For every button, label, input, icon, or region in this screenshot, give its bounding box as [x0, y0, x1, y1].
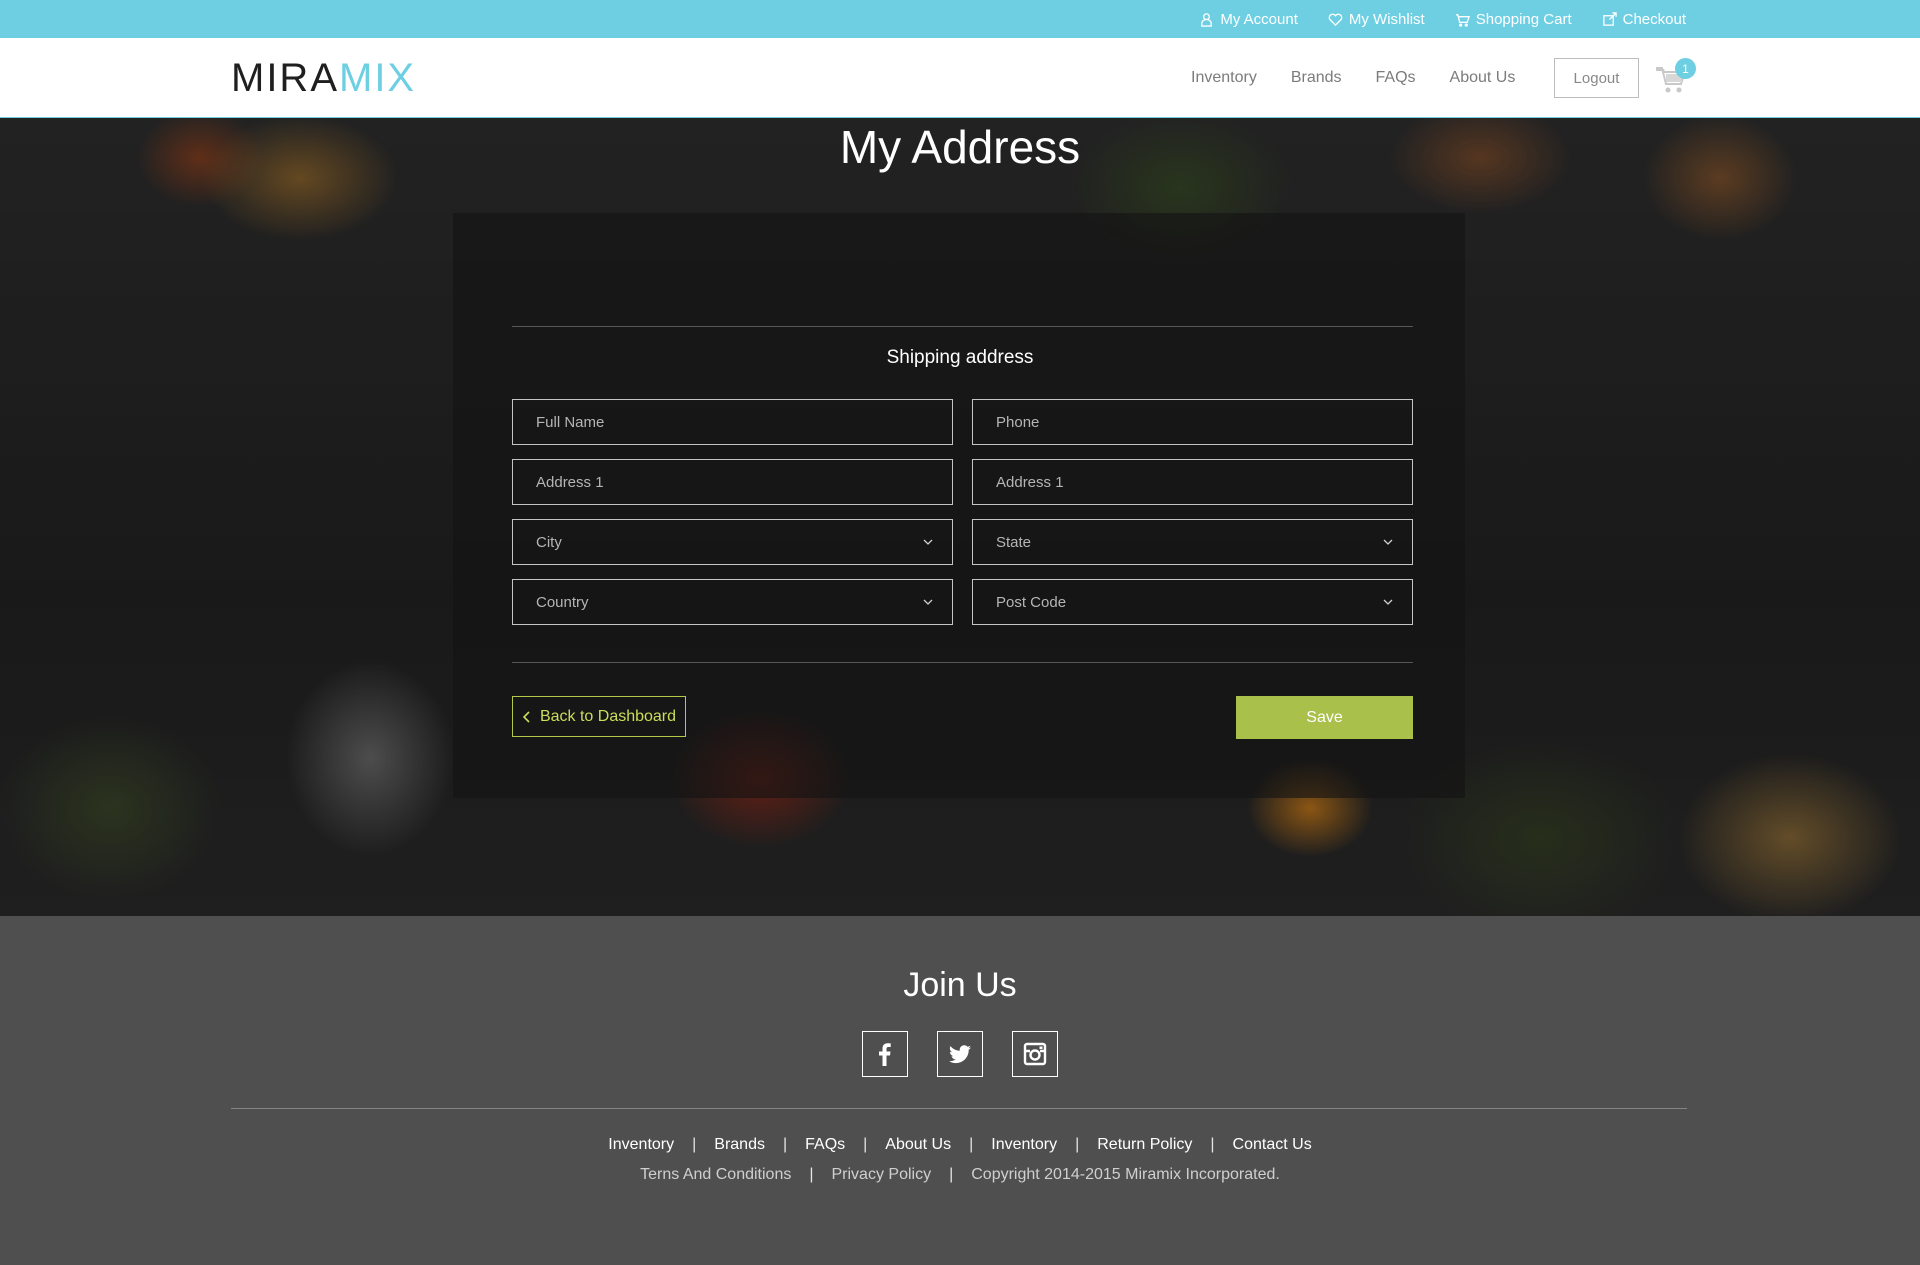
- footer-link-inventory-2[interactable]: Inventory: [991, 1136, 1057, 1154]
- country-placeholder: Country: [536, 593, 589, 611]
- separator: |: [1210, 1136, 1215, 1153]
- miramix-logo[interactable]: MIRAMIX: [231, 58, 416, 98]
- footer: Join Us Inventory | Brands | FAQs | Abou…: [0, 916, 1920, 1265]
- checkout-link[interactable]: Checkout: [1602, 11, 1686, 28]
- footer-link-faqs[interactable]: FAQs: [805, 1136, 845, 1154]
- shopping-cart-link[interactable]: Shopping Cart: [1455, 11, 1572, 28]
- footer-link-terms[interactable]: Terns And Conditions: [640, 1166, 791, 1184]
- twitter-icon: [949, 1045, 971, 1064]
- logout-button[interactable]: Logout: [1554, 58, 1639, 98]
- separator: |: [782, 1136, 788, 1153]
- cart-count-badge: 1: [1675, 58, 1696, 79]
- instagram-button[interactable]: [1012, 1031, 1058, 1077]
- form-divider: [512, 662, 1413, 663]
- post-code-placeholder: Post Code: [996, 593, 1067, 611]
- footer-link-return-policy[interactable]: Return Policy: [1097, 1136, 1192, 1154]
- shipping-address-heading: Shipping address: [886, 347, 1034, 368]
- title-divider: [512, 326, 1413, 327]
- nav-about-us[interactable]: About Us: [1450, 69, 1516, 87]
- page-title: My Address: [839, 121, 1081, 173]
- post-code-select[interactable]: Post Code: [972, 579, 1413, 625]
- chevron-left-icon: [522, 710, 530, 723]
- footer-links-row-1: Inventory | Brands | FAQs | About Us | I…: [0, 1136, 1920, 1154]
- heart-icon: [1328, 13, 1343, 26]
- state-select[interactable]: State: [972, 519, 1413, 565]
- cart-icon: [1455, 13, 1470, 27]
- header-cart-button[interactable]: 1: [1655, 58, 1696, 100]
- nav-faqs[interactable]: FAQs: [1376, 69, 1416, 87]
- main-header: MIRAMIX Inventory Brands FAQs About Us L…: [0, 38, 1920, 118]
- separator: |: [863, 1136, 868, 1153]
- footer-link-brands[interactable]: Brands: [714, 1136, 765, 1154]
- logo-part-2: MIX: [339, 56, 417, 100]
- state-placeholder: State: [996, 533, 1032, 551]
- footer-link-privacy-policy[interactable]: Privacy Policy: [832, 1166, 932, 1184]
- separator: |: [949, 1166, 954, 1183]
- logo-part-1: MIRA: [231, 56, 339, 100]
- chevron-down-icon: [923, 539, 933, 545]
- footer-link-contact-us[interactable]: Contact Us: [1233, 1136, 1312, 1154]
- footer-divider: [231, 1108, 1687, 1109]
- join-us-heading: Join Us: [903, 966, 1017, 1004]
- full-name-input[interactable]: Full Name: [512, 399, 953, 445]
- nav-brands[interactable]: Brands: [1291, 69, 1342, 87]
- save-button[interactable]: Save: [1236, 696, 1413, 739]
- chevron-down-icon: [1383, 599, 1393, 605]
- separator: |: [1075, 1136, 1080, 1153]
- hero-background: [0, 118, 1920, 916]
- nav-inventory[interactable]: Inventory: [1191, 69, 1257, 87]
- my-wishlist-label: My Wishlist: [1348, 10, 1425, 28]
- address-1-placeholder: Address 1: [536, 473, 604, 491]
- separator: |: [969, 1136, 974, 1153]
- back-to-dashboard-label: Back to Dashboard: [539, 707, 677, 725]
- user-icon: [1201, 12, 1213, 27]
- checkout-icon: [1602, 11, 1617, 26]
- city-select[interactable]: City: [512, 519, 953, 565]
- country-select[interactable]: Country: [512, 579, 953, 625]
- chevron-down-icon: [923, 599, 933, 605]
- phone-input[interactable]: Phone: [972, 399, 1413, 445]
- my-account-link[interactable]: My Account: [1199, 11, 1298, 28]
- phone-placeholder: Phone: [996, 413, 1040, 431]
- chevron-down-icon: [1383, 539, 1393, 545]
- address-1-input[interactable]: Address 1: [512, 459, 953, 505]
- copyright-text: Copyright 2014-2015 Miramix Incorporated…: [971, 1166, 1280, 1183]
- instagram-icon: [1023, 1042, 1047, 1066]
- my-account-label: My Account: [1220, 10, 1298, 28]
- top-utility-links: My Account My Wishlist Shopping Cart Che…: [1199, 0, 1686, 38]
- address-2-placeholder: Address 1: [996, 473, 1064, 491]
- city-placeholder: City: [536, 533, 562, 551]
- main-nav: Inventory Brands FAQs About Us: [1191, 38, 1549, 118]
- back-to-dashboard-button[interactable]: Back to Dashboard: [512, 696, 686, 737]
- twitter-button[interactable]: [937, 1031, 983, 1077]
- my-wishlist-link[interactable]: My Wishlist: [1328, 11, 1425, 28]
- shopping-cart-label: Shopping Cart: [1475, 10, 1572, 28]
- address-2-input[interactable]: Address 1: [972, 459, 1413, 505]
- footer-link-inventory[interactable]: Inventory: [608, 1136, 674, 1154]
- facebook-icon: [879, 1043, 891, 1066]
- checkout-label: Checkout: [1622, 10, 1686, 28]
- footer-link-about-us[interactable]: About Us: [885, 1136, 951, 1154]
- top-utility-bar: My Account My Wishlist Shopping Cart Che…: [0, 0, 1920, 38]
- footer-links-row-2: Terns And Conditions | Privacy Policy | …: [0, 1166, 1920, 1184]
- separator: |: [692, 1136, 697, 1153]
- full-name-placeholder: Full Name: [536, 413, 605, 431]
- facebook-button[interactable]: [862, 1031, 908, 1077]
- separator: |: [809, 1166, 814, 1183]
